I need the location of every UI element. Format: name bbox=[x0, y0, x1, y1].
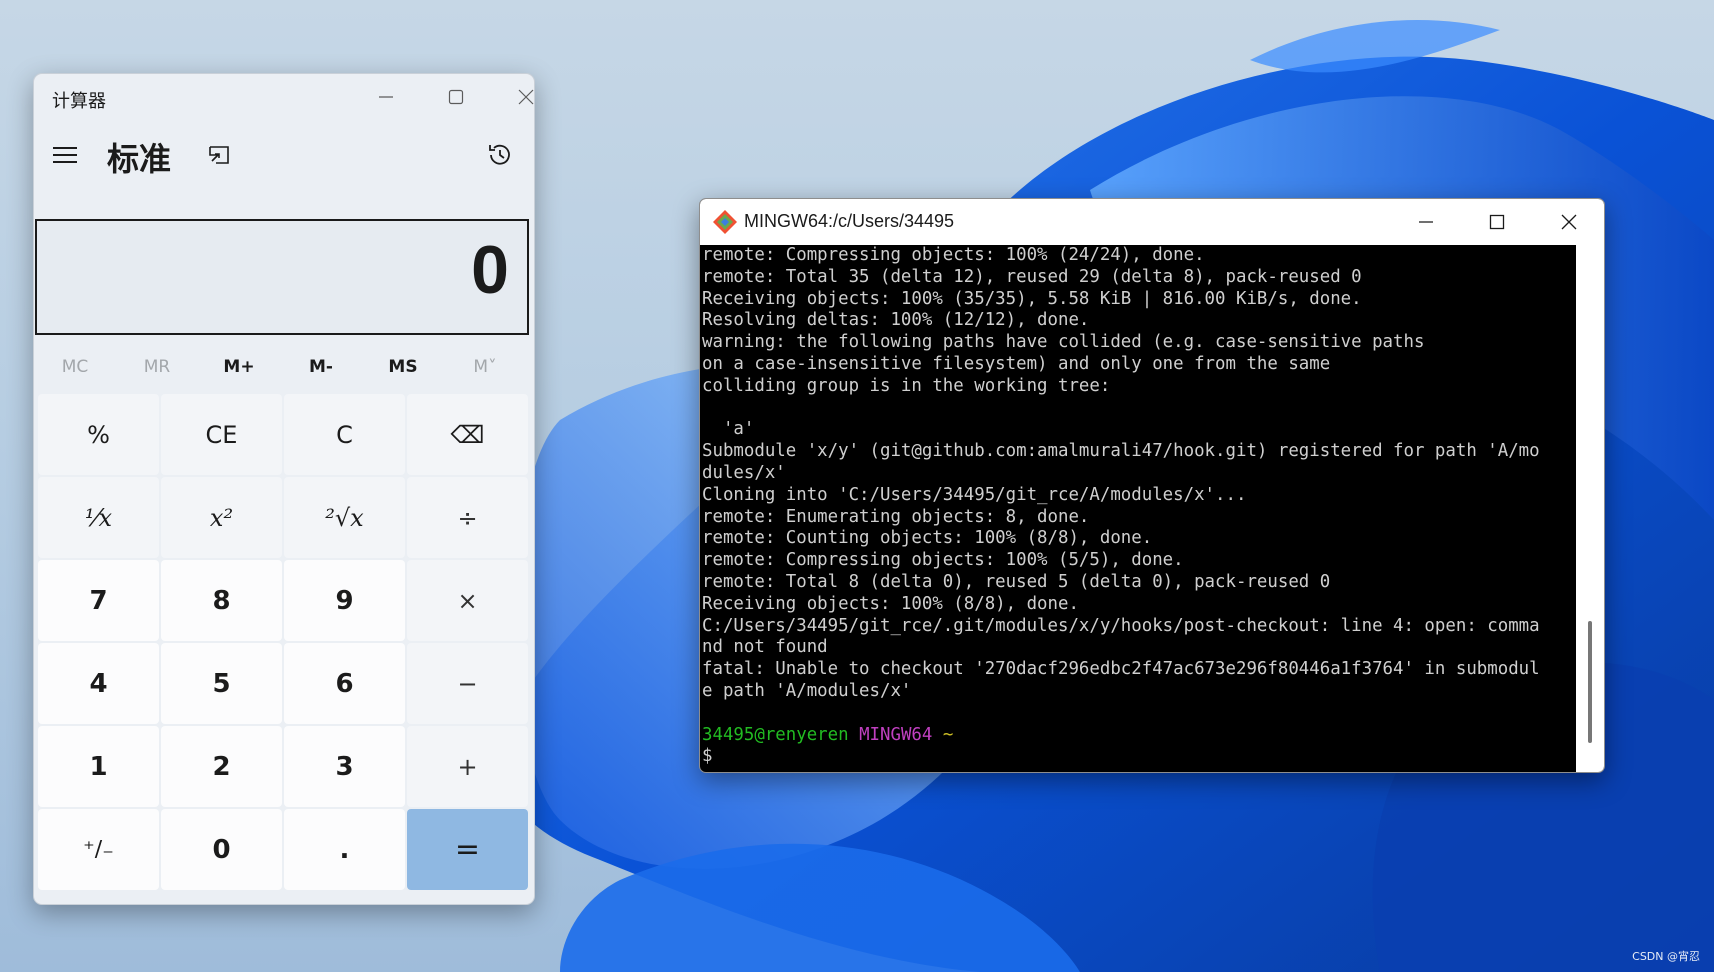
terminal-line: Submodule 'x/y' (git@github.com:amalmura… bbox=[702, 441, 1540, 462]
memory-row: MC MR M+ M- MS M˅ bbox=[34, 343, 534, 391]
clear-entry-key[interactable]: CE bbox=[161, 394, 282, 475]
keep-on-top-button[interactable] bbox=[201, 138, 237, 172]
terminal-close-button[interactable] bbox=[1534, 199, 1604, 245]
terminal-minimize-button[interactable] bbox=[1391, 199, 1461, 245]
history-button[interactable] bbox=[480, 138, 520, 172]
memory-subtract-button[interactable]: M- bbox=[280, 343, 362, 391]
terminal-titlebar[interactable]: MINGW64:/c/Users/34495 bbox=[700, 199, 1604, 245]
terminal-line: remote: Total 8 (delta 0), reused 5 (del… bbox=[702, 571, 1331, 592]
memory-store-button[interactable]: MS bbox=[362, 343, 444, 391]
digit-7-key[interactable]: 7 bbox=[38, 560, 159, 641]
calculator-titlebar[interactable]: 计算器 bbox=[34, 74, 534, 122]
equals-key[interactable]: = bbox=[407, 809, 528, 890]
terminal-line: fatal: Unable to checkout '270dacf296edb… bbox=[702, 659, 1540, 680]
terminal-line: remote: Total 35 (delta 12), reused 29 (… bbox=[702, 266, 1362, 287]
terminal-scrollbar[interactable] bbox=[1576, 245, 1604, 772]
memory-add-button[interactable]: M+ bbox=[198, 343, 280, 391]
terminal-title: MINGW64:/c/Users/34495 bbox=[744, 211, 955, 231]
prompt-path: ~ bbox=[942, 724, 954, 745]
minimize-button[interactable] bbox=[356, 80, 416, 114]
digit-6-key[interactable]: 6 bbox=[284, 643, 405, 724]
percent-key[interactable]: % bbox=[38, 394, 159, 475]
clear-key[interactable]: C bbox=[284, 394, 405, 475]
digit-3-key[interactable]: 3 bbox=[284, 726, 405, 807]
reciprocal-key[interactable]: ¹⁄x bbox=[38, 477, 159, 558]
calculator-header: 标准 bbox=[34, 122, 534, 188]
watermark: CSDN @宵忍 bbox=[1632, 950, 1700, 963]
prompt-symbol: $ bbox=[702, 746, 713, 767]
backspace-key[interactable]: ⌫ bbox=[407, 394, 528, 475]
terminal-line: nd not found bbox=[702, 637, 828, 658]
maximize-icon bbox=[1489, 214, 1505, 230]
square-key[interactable]: x² bbox=[161, 477, 282, 558]
memory-recall-button[interactable]: MR bbox=[116, 343, 198, 391]
memory-list-button[interactable]: M˅ bbox=[444, 343, 526, 391]
terminal-maximize-button[interactable] bbox=[1462, 199, 1532, 245]
terminal-window: MINGW64:/c/Users/34495 remote: Compressi… bbox=[699, 198, 1605, 773]
terminal-line: e path 'A/modules/x' bbox=[702, 680, 912, 701]
terminal-lines: remote: Compressing objects: 100% (24/24… bbox=[702, 245, 1574, 725]
terminal-line: Receiving objects: 100% (35/35), 5.58 Ki… bbox=[702, 288, 1362, 309]
prompt-user-host: 34495@renyeren bbox=[702, 724, 849, 745]
digit-5-key[interactable]: 5 bbox=[161, 643, 282, 724]
terminal-line: remote: Compressing objects: 100% (24/24… bbox=[702, 245, 1205, 265]
digit-2-key[interactable]: 2 bbox=[161, 726, 282, 807]
terminal-line: dules/x' bbox=[702, 462, 786, 483]
maximize-button[interactable] bbox=[426, 80, 486, 114]
display-value: 0 bbox=[471, 232, 509, 308]
terminal-line: remote: Compressing objects: 100% (5/5),… bbox=[702, 550, 1184, 571]
terminal-output[interactable]: remote: Compressing objects: 100% (24/24… bbox=[702, 245, 1574, 772]
history-icon bbox=[489, 144, 510, 165]
prompt-line: 34495@renyeren MINGW64 ~ bbox=[702, 725, 1574, 747]
minimize-icon bbox=[379, 96, 393, 98]
plus-key[interactable]: + bbox=[407, 726, 528, 807]
close-icon bbox=[518, 89, 534, 105]
git-bash-icon bbox=[713, 210, 737, 234]
memory-clear-button[interactable]: MC bbox=[34, 343, 116, 391]
terminal-line: colliding group is in the working tree: bbox=[702, 375, 1111, 396]
digit-1-key[interactable]: 1 bbox=[38, 726, 159, 807]
terminal-line: Receiving objects: 100% (8/8), done. bbox=[702, 593, 1079, 614]
terminal-line: warning: the following paths have collid… bbox=[702, 332, 1425, 353]
negate-key[interactable]: ⁺∕₋ bbox=[38, 809, 159, 890]
multiply-key[interactable]: × bbox=[407, 560, 528, 641]
close-button[interactable] bbox=[496, 80, 534, 114]
prompt-env: MINGW64 bbox=[859, 724, 933, 745]
terminal-line: remote: Counting objects: 100% (8/8), do… bbox=[702, 528, 1153, 549]
digit-4-key[interactable]: 4 bbox=[38, 643, 159, 724]
hamburger-icon bbox=[53, 147, 77, 163]
decimal-key[interactable]: . bbox=[284, 809, 405, 890]
keypad: % CE C ⌫ ¹⁄x x² ²√x ÷ 7 8 9 × 4 5 6 − 1 … bbox=[38, 394, 530, 890]
result-display: 0 bbox=[35, 219, 529, 335]
close-icon bbox=[1561, 214, 1577, 230]
terminal-line: on a case-insensitive filesystem) and on… bbox=[702, 353, 1331, 374]
calculator-window: 计算器 标准 0 MC MR M+ M- MS M˅ % CE C ⌫ ¹⁄x … bbox=[33, 73, 535, 905]
minus-key[interactable]: − bbox=[407, 643, 528, 724]
terminal-line: Cloning into 'C:/Users/34495/git_rce/A/m… bbox=[702, 484, 1247, 505]
digit-8-key[interactable]: 8 bbox=[161, 560, 282, 641]
minimize-icon bbox=[1419, 221, 1433, 223]
scrollbar-thumb[interactable] bbox=[1588, 621, 1592, 743]
terminal-line: Resolving deltas: 100% (12/12), done. bbox=[702, 310, 1090, 331]
terminal-line: C:/Users/34495/git_rce/.git/modules/x/y/… bbox=[702, 615, 1540, 636]
digit-9-key[interactable]: 9 bbox=[284, 560, 405, 641]
navigation-menu-button[interactable] bbox=[47, 138, 83, 172]
terminal-line: remote: Enumerating objects: 8, done. bbox=[702, 506, 1090, 527]
square-root-key[interactable]: ²√x bbox=[284, 477, 405, 558]
digit-0-key[interactable]: 0 bbox=[161, 809, 282, 890]
maximize-icon bbox=[448, 89, 464, 105]
divide-key[interactable]: ÷ bbox=[407, 477, 528, 558]
calculator-title: 计算器 bbox=[52, 91, 106, 112]
terminal-line: 'a' bbox=[702, 419, 755, 440]
keep-on-top-icon bbox=[209, 146, 229, 164]
input-line[interactable]: $ bbox=[702, 746, 1574, 768]
mode-title: 标准 bbox=[107, 140, 172, 178]
